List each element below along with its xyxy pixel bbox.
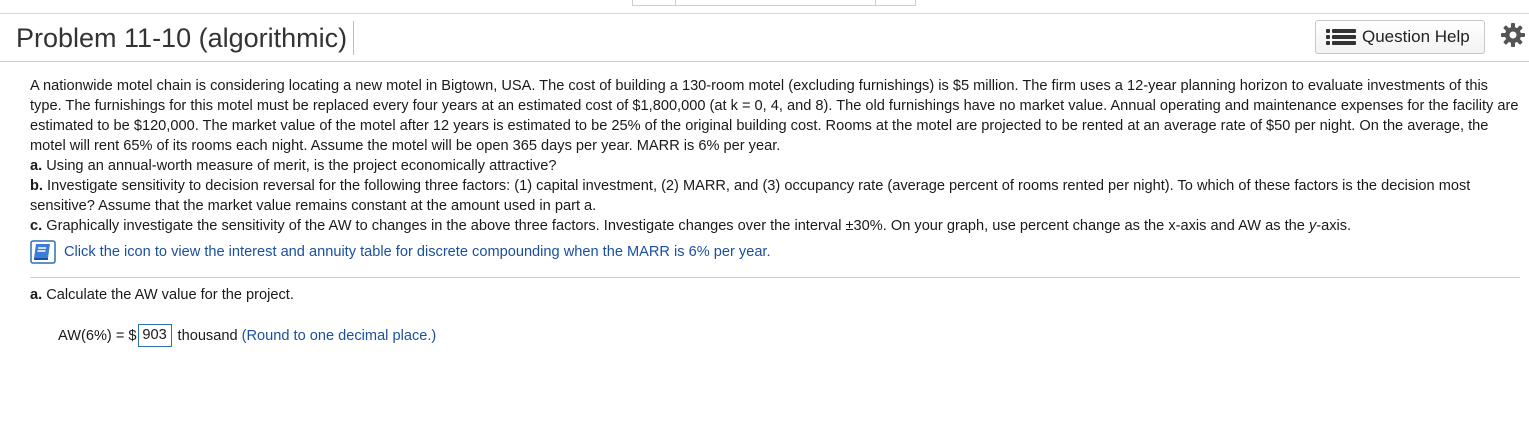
tab-divider: [675, 0, 676, 6]
gear-icon[interactable]: [1500, 22, 1526, 48]
top-tab-strip: [632, 0, 916, 6]
part-b-text: Investigate sensitivity to decision reve…: [30, 178, 1471, 214]
section-divider: [30, 277, 1520, 278]
part-b-question: b. Investigate sensitivity to decision r…: [30, 176, 1520, 216]
list-icon: [1326, 27, 1358, 47]
answer-unit: thousand: [177, 327, 238, 344]
interest-table-link[interactable]: Click the icon to view the interest and …: [64, 244, 771, 260]
part-b-label: b.: [30, 178, 43, 194]
part-c-label: c.: [30, 218, 43, 234]
aw-answer-input[interactable]: 903: [137, 324, 172, 347]
answer-row: AW(6%) = $ 903 thousand (Round to one de…: [58, 324, 436, 347]
page: Problem 11-10 (algorithmic) Question Hel…: [0, 0, 1529, 443]
part-a-text: Using an annual-worth measure of merit, …: [46, 158, 557, 174]
header-bar: Problem 11-10 (algorithmic) Question Hel…: [0, 13, 1529, 62]
tab-divider: [875, 0, 876, 6]
part-a-label: a.: [30, 158, 43, 174]
answer-prefix: AW(6%) = $: [58, 327, 137, 344]
question-help-label: Question Help: [1362, 27, 1470, 46]
part-c-text: Graphically investigate the sensitivity …: [46, 218, 1309, 234]
answer-section-heading: a. Calculate the AW value for the projec…: [30, 287, 294, 303]
table-link-row: Click the icon to view the interest and …: [30, 239, 771, 265]
part-c-question: c. Graphically investigate the sensitivi…: [30, 216, 1520, 236]
book-icon[interactable]: [30, 240, 56, 264]
part-a-question: a. Using an annual-worth measure of meri…: [30, 156, 1520, 176]
answer-section-text: Calculate the AW value for the project.: [46, 287, 294, 303]
rounding-hint: (Round to one decimal place.): [241, 327, 437, 344]
problem-intro: A nationwide motel chain is considering …: [30, 78, 1519, 154]
answer-section-label: a.: [30, 287, 43, 303]
question-help-button[interactable]: Question Help: [1315, 20, 1485, 54]
page-title: Problem 11-10 (algorithmic): [16, 21, 355, 55]
part-c-tail: -axis.: [1316, 218, 1352, 234]
problem-statement: A nationwide motel chain is considering …: [30, 76, 1520, 236]
